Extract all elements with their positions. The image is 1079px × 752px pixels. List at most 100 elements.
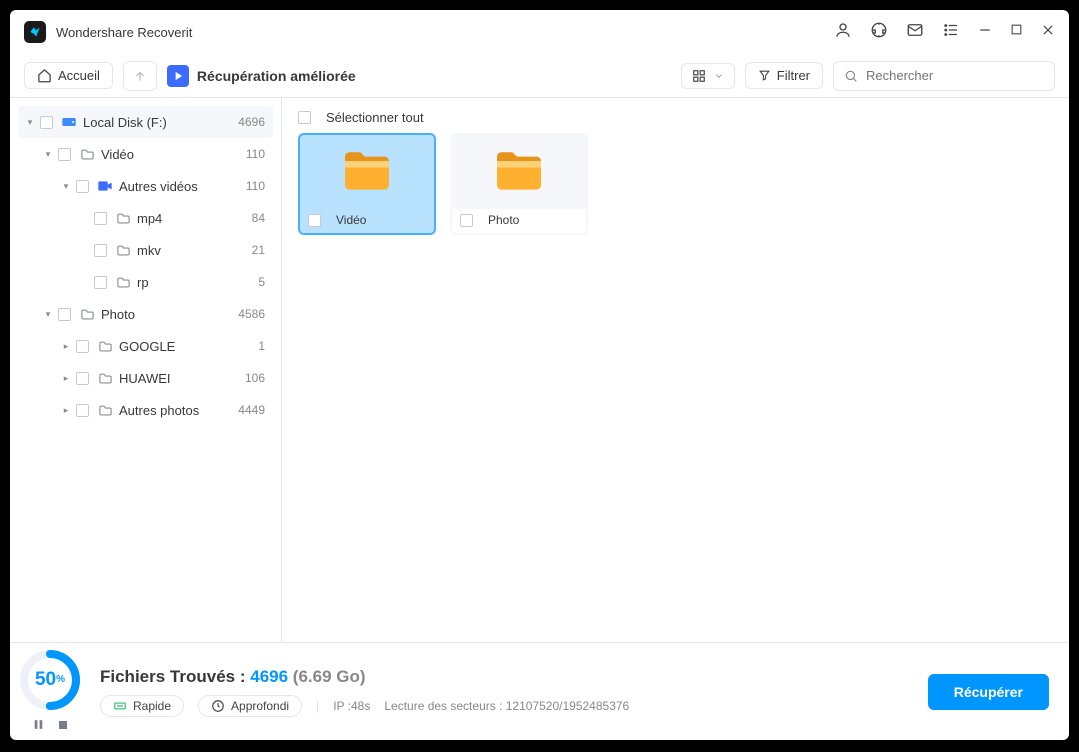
tree-label: Autres vidéos <box>119 179 246 194</box>
tree-row[interactable]: ▾ Photo4586 <box>18 298 273 330</box>
tree-checkbox[interactable] <box>94 276 107 289</box>
user-icon[interactable] <box>834 21 852 44</box>
folder-icon <box>78 147 96 162</box>
expand-toggle[interactable]: ▾ <box>42 309 54 320</box>
expand-toggle[interactable]: ▸ <box>60 405 72 416</box>
toolbar: Accueil Récupération améliorée Filtrer <box>10 54 1069 98</box>
card-checkbox[interactable] <box>308 214 321 227</box>
tree-checkbox[interactable] <box>58 308 71 321</box>
folder-icon <box>96 403 114 418</box>
tree-label: Photo <box>101 307 238 322</box>
tree-count: 5 <box>258 275 265 289</box>
search-box[interactable] <box>833 61 1055 91</box>
folder-icon <box>114 243 132 258</box>
tree-label: Vidéo <box>101 147 246 162</box>
tree-count: 1 <box>258 339 265 353</box>
tree-row[interactable]: rp5 <box>18 266 273 298</box>
enhanced-recovery-icon <box>167 65 189 87</box>
tree-label: mkv <box>137 243 252 258</box>
expand-toggle[interactable]: ▾ <box>24 117 36 128</box>
maximize-icon[interactable] <box>1010 23 1023 41</box>
footer: 50% Fichiers Trouvés : 4696 (6.69 Go) Ra… <box>10 642 1069 740</box>
tree-checkbox[interactable] <box>58 148 71 161</box>
files-found: Fichiers Trouvés : 4696 (6.69 Go) <box>100 667 910 687</box>
ip-stat: IP :48s <box>333 699 370 713</box>
search-icon <box>844 69 858 83</box>
tree-count: 21 <box>252 243 265 257</box>
feedback-icon[interactable] <box>906 21 924 44</box>
tree-row[interactable]: mkv21 <box>18 234 273 266</box>
folder-icon <box>78 307 96 322</box>
tree-label: Autres photos <box>119 403 238 418</box>
select-all-row[interactable]: Sélectionner tout <box>298 110 1053 125</box>
close-icon[interactable] <box>1041 23 1055 42</box>
tree-checkbox[interactable] <box>76 180 89 193</box>
folder-icon <box>114 211 132 226</box>
minimize-icon[interactable] <box>978 23 992 42</box>
folder-icon <box>300 135 434 209</box>
sector-read: Lecture des secteurs : 12107520/19524853… <box>384 699 629 713</box>
tree-label: Local Disk (F:) <box>83 115 238 130</box>
tree-label: HUAWEI <box>119 371 245 386</box>
home-button[interactable]: Accueil <box>24 62 113 89</box>
tree-count: 4696 <box>238 115 265 129</box>
tree-label: rp <box>137 275 258 290</box>
video-icon <box>96 178 114 194</box>
select-all-label: Sélectionner tout <box>326 110 424 125</box>
pause-button[interactable] <box>32 718 45 736</box>
tree-row[interactable]: ▸ HUAWEI106 <box>18 362 273 394</box>
chevron-down-icon <box>714 71 724 81</box>
deep-scan-pill[interactable]: Approfondi <box>198 695 302 717</box>
folder-icon <box>96 339 114 354</box>
card-checkbox[interactable] <box>460 214 473 227</box>
expand-toggle[interactable]: ▸ <box>60 373 72 384</box>
folder-icon <box>96 371 114 386</box>
tree-row[interactable]: ▸ Autres photos4449 <box>18 394 273 426</box>
sidebar-tree: ▾Local Disk (F:)4696▾Vidéo110▾Autres vid… <box>10 98 282 642</box>
tree-row[interactable]: ▾ Local Disk (F:)4696 <box>18 106 273 138</box>
expand-toggle[interactable]: ▾ <box>60 181 72 192</box>
expand-toggle[interactable]: ▸ <box>60 341 72 352</box>
view-mode-button[interactable] <box>681 63 735 89</box>
tree-checkbox[interactable] <box>94 212 107 225</box>
search-input[interactable] <box>864 67 1044 84</box>
app-title: Wondershare Recoverit <box>56 25 192 40</box>
titlebar: Wondershare Recoverit <box>10 10 1069 54</box>
stop-button[interactable] <box>57 718 69 736</box>
tree-checkbox[interactable] <box>76 372 89 385</box>
select-all-checkbox[interactable] <box>298 111 311 124</box>
folder-icon <box>452 135 586 209</box>
quick-scan-pill[interactable]: Rapide <box>100 695 184 717</box>
tree-row[interactable]: ▸ GOOGLE1 <box>18 330 273 362</box>
tree-count: 106 <box>245 371 265 385</box>
progress-value: 50 <box>35 669 56 691</box>
disk-icon <box>60 114 78 130</box>
tree-row[interactable]: ▾ Vidéo110 <box>18 138 273 170</box>
recover-button[interactable]: Récupérer <box>928 674 1049 710</box>
support-icon[interactable] <box>870 21 888 44</box>
tree-checkbox[interactable] <box>94 244 107 257</box>
tree-checkbox[interactable] <box>76 340 89 353</box>
filter-button[interactable]: Filtrer <box>745 62 823 89</box>
menu-list-icon[interactable] <box>942 21 960 44</box>
tree-label: GOOGLE <box>119 339 258 354</box>
upload-button[interactable] <box>123 61 157 91</box>
folder-card[interactable]: Vidéo <box>298 133 436 235</box>
tree-row[interactable]: mp484 <box>18 202 273 234</box>
tree-checkbox[interactable] <box>40 116 53 129</box>
tree-count: 4586 <box>238 307 265 321</box>
tree-count: 84 <box>252 211 265 225</box>
filter-label: Filtrer <box>777 68 810 83</box>
tree-count: 110 <box>246 147 265 161</box>
tree-count: 4449 <box>238 403 265 417</box>
expand-toggle[interactable]: ▾ <box>42 149 54 160</box>
mode-header: Récupération améliorée <box>167 65 356 87</box>
card-label: Photo <box>488 213 519 227</box>
tree-label: mp4 <box>137 211 252 226</box>
tree-row[interactable]: ▾ Autres vidéos110 <box>18 170 273 202</box>
tree-checkbox[interactable] <box>76 404 89 417</box>
tree-count: 110 <box>246 179 265 193</box>
mode-label: Récupération améliorée <box>197 68 356 84</box>
app-logo <box>24 21 46 43</box>
folder-card[interactable]: Photo <box>450 133 588 235</box>
